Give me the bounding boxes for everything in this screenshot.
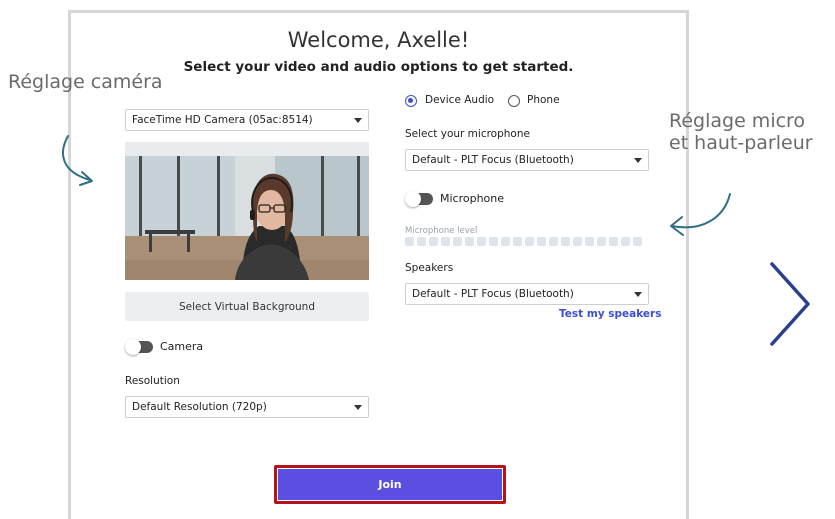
chevron-down-icon (634, 292, 642, 297)
camera-toggle-knob (125, 339, 141, 355)
camera-select[interactable]: FaceTime HD Camera (05ac:8514) (125, 109, 369, 131)
camera-preview-image (125, 142, 369, 280)
level-dot (453, 237, 462, 246)
microphone-select[interactable]: Default - PLT Focus (Bluetooth) (405, 149, 649, 171)
phone-label: Phone (527, 94, 560, 106)
level-dot (525, 237, 534, 246)
speakers-select-value: Default - PLT Focus (Bluetooth) (412, 288, 574, 300)
level-dot (585, 237, 594, 246)
resolution-label: Resolution (125, 375, 180, 387)
level-dot (489, 237, 498, 246)
level-dot (429, 237, 438, 246)
microphone-select-label: Select your microphone (405, 128, 530, 140)
camera-preview (125, 142, 369, 280)
level-dot (621, 237, 630, 246)
chevron-down-icon (354, 118, 362, 123)
join-button[interactable]: Join (278, 469, 502, 500)
level-dot (609, 237, 618, 246)
device-audio-radio[interactable] (405, 95, 417, 107)
level-dot (633, 237, 642, 246)
camera-toggle[interactable] (125, 339, 153, 355)
level-dot (405, 237, 414, 246)
level-dot (561, 237, 570, 246)
device-audio-label: Device Audio (425, 94, 495, 106)
camera-toggle-label: Camera (160, 340, 204, 353)
microphone-toggle[interactable] (405, 191, 433, 207)
annotation-arrow-mic-icon (670, 193, 731, 236)
level-dot (597, 237, 606, 246)
select-virtual-background-button[interactable]: Select Virtual Background (125, 292, 369, 321)
microphone-toggle-knob (405, 191, 421, 207)
phone-radio[interactable] (508, 95, 520, 107)
level-dot (549, 237, 558, 246)
level-dot (441, 237, 450, 246)
annotation-mic-line1: Réglage micro (669, 110, 806, 132)
level-dot (537, 237, 546, 246)
level-dot (477, 237, 486, 246)
microphone-select-value: Default - PLT Focus (Bluetooth) (412, 154, 574, 166)
level-dot (501, 237, 510, 246)
camera-select-value: FaceTime HD Camera (05ac:8514) (132, 114, 313, 126)
resolution-select-value: Default Resolution (720p) (132, 401, 267, 413)
resolution-select[interactable]: Default Resolution (720p) (125, 396, 369, 418)
annotation-camera-settings: Réglage caméra (8, 71, 163, 93)
level-dot (465, 237, 474, 246)
level-dot (417, 237, 426, 246)
annotation-arrow-camera-icon (62, 135, 93, 186)
test-speakers-link[interactable]: Test my speakers (559, 308, 661, 320)
next-chevron-icon[interactable] (766, 260, 816, 348)
speakers-select[interactable]: Default - PLT Focus (Bluetooth) (405, 283, 649, 305)
annotation-mic-line2: et haut-parleur (669, 132, 813, 154)
chevron-down-icon (634, 158, 642, 163)
speakers-label: Speakers (405, 262, 454, 274)
page-title: Welcome, Axelle! (287, 28, 470, 52)
microphone-level-label: Microphone level (405, 226, 478, 236)
level-dot (513, 237, 522, 246)
chevron-down-icon (354, 405, 362, 410)
microphone-toggle-label: Microphone (440, 192, 505, 205)
level-dot (573, 237, 582, 246)
microphone-level-meter (405, 237, 642, 246)
